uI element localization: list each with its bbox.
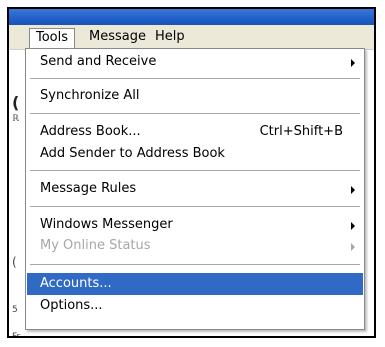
tools-dropdown-menu: Send and Receive Synchronize All Address… [25,48,365,330]
screenshot-frame: Tools Message Help ( ℝ ( 5 Fr Send and R… [7,7,376,338]
menu-item-send-and-receive[interactable]: Send and Receive [27,51,363,73]
submenu-arrow-icon [351,243,355,251]
submenu-arrow-icon [351,222,355,230]
menu-tools[interactable]: Tools [29,28,76,49]
menu-item-add-sender-to-address-book[interactable]: Add Sender to Address Book [27,143,363,165]
menu-separator [30,113,360,114]
background-glyph: ℝ [12,114,20,124]
submenu-arrow-icon [351,59,355,67]
menu-item-label: Synchronize All [40,88,140,103]
menu-item-windows-messenger[interactable]: Windows Messenger [27,214,363,236]
background-glyph: ( [12,255,17,269]
menu-separator [30,170,360,171]
background-glyph: Fr [12,332,21,338]
menu-item-synchronize-all[interactable]: Synchronize All [27,85,363,107]
menu-separator [30,206,360,207]
menu-item-address-book[interactable]: Address Book... Ctrl+Shift+B [27,121,363,143]
menu-item-label: Send and Receive [40,54,157,69]
menu-item-label: Address Book... [40,124,141,139]
title-bar [9,9,374,25]
menu-item-my-online-status: My Online Status [27,235,363,257]
menu-item-label: Message Rules [40,181,137,196]
menu-item-label: Add Sender to Address Book [40,146,225,161]
menu-separator [30,78,360,79]
menu-item-label: Options... [40,298,103,313]
menu-item-label: My Online Status [40,238,151,253]
menu-help[interactable]: Help [149,28,191,46]
menu-item-label: Accounts... [40,276,112,291]
menu-message[interactable]: Message [83,28,152,46]
menu-bar: Tools Message Help [9,25,374,50]
menu-item-message-rules[interactable]: Message Rules [27,178,363,200]
background-glyph: ( [12,93,20,112]
menu-separator [30,264,360,265]
menu-item-label: Windows Messenger [40,217,173,232]
background-glyph: 5 [12,305,18,315]
submenu-arrow-icon [351,186,355,194]
menu-item-options[interactable]: Options... [27,295,363,317]
menu-item-accounts[interactable]: Accounts... [27,273,363,295]
menu-item-shortcut: Ctrl+Shift+B [259,124,343,139]
